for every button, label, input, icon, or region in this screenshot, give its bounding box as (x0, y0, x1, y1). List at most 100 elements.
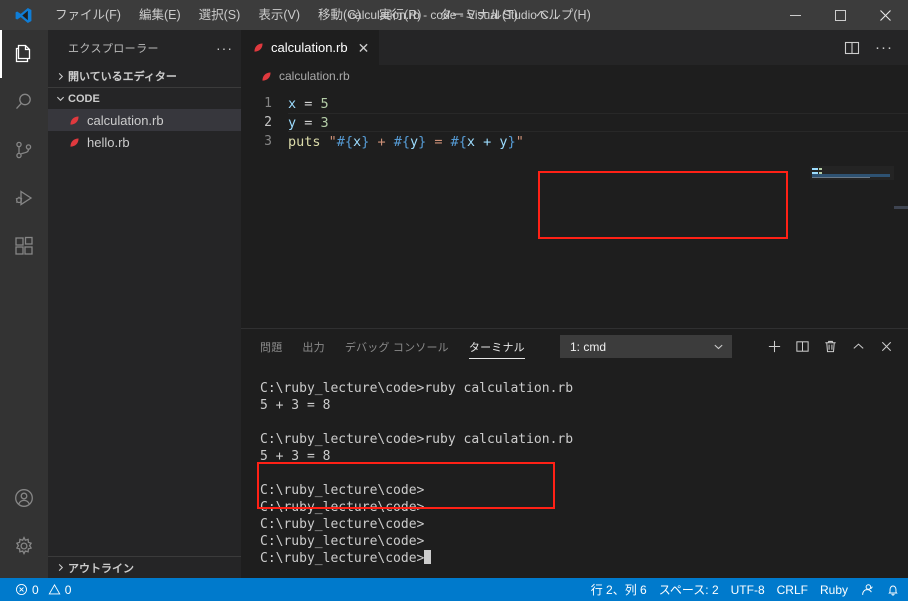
terminal-line: C:\ruby_lecture\code> (260, 500, 425, 515)
file-item-label: calculation.rb (87, 112, 164, 128)
line-number: 2 (264, 115, 272, 130)
ruby-file-icon (260, 70, 273, 83)
vscode-window: ファイル(F) 編集(E) 選択(S) 表示(V) 移動(G) 実行(R) ター… (0, 0, 908, 601)
terminal-line: C:\ruby_lecture\code> (260, 534, 425, 549)
line-number: 1 (264, 96, 272, 111)
code-token-str: + (369, 133, 394, 150)
menu-edit[interactable]: 編集(E) (130, 0, 190, 30)
code-token-num: 5 (320, 95, 329, 112)
activity-run-debug-icon[interactable] (0, 174, 48, 222)
section-outline[interactable]: アウトライン (48, 556, 241, 578)
status-indentation[interactable]: スペース: 2 (653, 578, 725, 601)
status-bar-left: 0 0 (0, 578, 77, 601)
panel-tab-debug-console[interactable]: デバッグ コンソール (345, 329, 449, 364)
ruby-file-icon (68, 136, 81, 149)
code-token-quote-open: " (320, 133, 337, 150)
status-eol[interactable]: CRLF (771, 578, 814, 601)
terminal-line: C:\ruby_lecture\code> (260, 483, 425, 498)
terminal-selector-value: 1: cmd (570, 339, 607, 354)
panel-tab-problems[interactable]: 問題 (260, 329, 282, 364)
file-item-label: hello.rb (87, 134, 130, 150)
code-token-interp-open: #{ (450, 133, 467, 150)
kill-terminal-trash-icon[interactable] (816, 333, 844, 361)
minimize-button[interactable] (773, 0, 818, 30)
vscode-logo-icon (0, 0, 46, 30)
terminal-line: C:\ruby_lecture\code>ruby calculation.rb (260, 432, 574, 447)
ruby-file-icon (68, 114, 81, 127)
split-editor-icon[interactable] (838, 34, 866, 62)
menu-file[interactable]: ファイル(F) (46, 0, 130, 30)
terminal-line: C:\ruby_lecture\code> (260, 517, 425, 532)
code-token-num: 3 (320, 114, 329, 131)
chevron-down-icon (713, 341, 724, 352)
code-token-var: x (288, 95, 297, 112)
file-item-calculation[interactable]: calculation.rb (48, 109, 241, 131)
new-terminal-plus-icon[interactable] (760, 333, 788, 361)
section-folder-code[interactable]: CODE (48, 87, 241, 109)
maximize-panel-chevron-up-icon[interactable] (844, 333, 872, 361)
menu-help[interactable]: ヘルプ(H) (527, 0, 600, 30)
activity-explorer-icon[interactable] (0, 30, 48, 78)
code-line-2: 2 y = 3 (241, 113, 524, 132)
code-token-str: = (426, 133, 451, 150)
terminal-output[interactable]: C:\ruby_lecture\code>ruby calculation.rb… (241, 364, 908, 579)
window-controls (773, 0, 908, 30)
code-token-var: x (353, 133, 362, 150)
code-content: 1 x = 5 2 y = 3 3 puts "#{x} + #{y} = #{… (241, 94, 524, 151)
split-terminal-icon[interactable] (788, 333, 816, 361)
section-open-editors-label: 開いているエディター (68, 71, 177, 83)
code-token-op: = (296, 114, 321, 131)
terminal-line: 5 + 3 = 8 (260, 398, 331, 413)
status-bar-right: 行 2、列 6 スペース: 2 UTF-8 CRLF Ruby (585, 578, 906, 601)
notifications-bell-icon[interactable] (880, 578, 906, 601)
minimap[interactable] (810, 144, 894, 328)
terminal-selector-dropdown[interactable]: 1: cmd (560, 335, 732, 358)
status-encoding[interactable]: UTF-8 (725, 578, 771, 601)
section-folder-label: CODE (68, 92, 100, 105)
status-cursor-position[interactable]: 行 2、列 6 (585, 578, 653, 601)
activity-settings-gear-icon[interactable] (0, 522, 48, 570)
sidebar-title-label: エクスプローラー (68, 42, 159, 55)
editor-tab-calculation[interactable]: calculation.rb ✕ (241, 30, 381, 65)
status-language-mode[interactable]: Ruby (814, 578, 854, 601)
error-circle-icon (15, 583, 28, 596)
code-token-keyword: puts (288, 133, 321, 150)
editor-area: calculation.rb ✕ ··· calculation.rb 1 x … (241, 30, 908, 328)
annotation-highlight-code (538, 171, 788, 239)
sidebar-more-actions-icon[interactable]: ··· (216, 40, 233, 56)
feedback-smiley-icon[interactable] (854, 578, 880, 601)
editor-actions: ··· (838, 30, 908, 65)
panel-tab-bar: 問題 出力 デバッグ コンソール ターミナル 1: cmd (241, 329, 908, 364)
activity-account-icon[interactable] (0, 474, 48, 522)
status-problems[interactable]: 0 0 (9, 578, 77, 601)
editor-scrollbar[interactable] (894, 144, 908, 328)
terminal-line: C:\ruby_lecture\code>ruby calculation.rb (260, 381, 574, 396)
maximize-button[interactable] (818, 0, 863, 30)
panel-tab-output[interactable]: 出力 (302, 329, 324, 364)
section-open-editors[interactable]: 開いているエディター (48, 65, 241, 87)
editor-tab-close-icon[interactable]: ✕ (358, 41, 370, 55)
panel-tab-terminal[interactable]: ターミナル (468, 329, 525, 364)
warning-triangle-icon (48, 583, 61, 596)
more-actions-icon[interactable]: ··· (870, 34, 898, 62)
sidebar-explorer: エクスプローラー ··· 開いているエディター CODE calculation… (48, 30, 241, 578)
breadcrumb-label: calculation.rb (279, 69, 350, 83)
code-token-interp-open: #{ (336, 133, 354, 150)
menu-go[interactable]: 移動(G) (309, 0, 370, 30)
activity-search-icon[interactable] (0, 78, 48, 126)
activity-extensions-icon[interactable] (0, 222, 48, 270)
file-item-hello[interactable]: hello.rb (48, 131, 241, 153)
code-line-1: 1 x = 5 (241, 94, 524, 113)
close-panel-icon[interactable] (872, 333, 900, 361)
code-line-text: x = 5 (288, 96, 329, 112)
code-token-op: = (296, 95, 321, 112)
menu-terminal[interactable]: ターミナル(T) (430, 0, 526, 30)
menu-run[interactable]: 実行(R) (370, 0, 430, 30)
menu-view[interactable]: 表示(V) (249, 0, 309, 30)
activity-source-control-icon[interactable] (0, 126, 48, 174)
code-editor[interactable]: 1 x = 5 2 y = 3 3 puts "#{x} + #{y} = #{… (241, 87, 908, 328)
menu-selection[interactable]: 選択(S) (190, 0, 250, 30)
close-button[interactable] (863, 0, 908, 30)
